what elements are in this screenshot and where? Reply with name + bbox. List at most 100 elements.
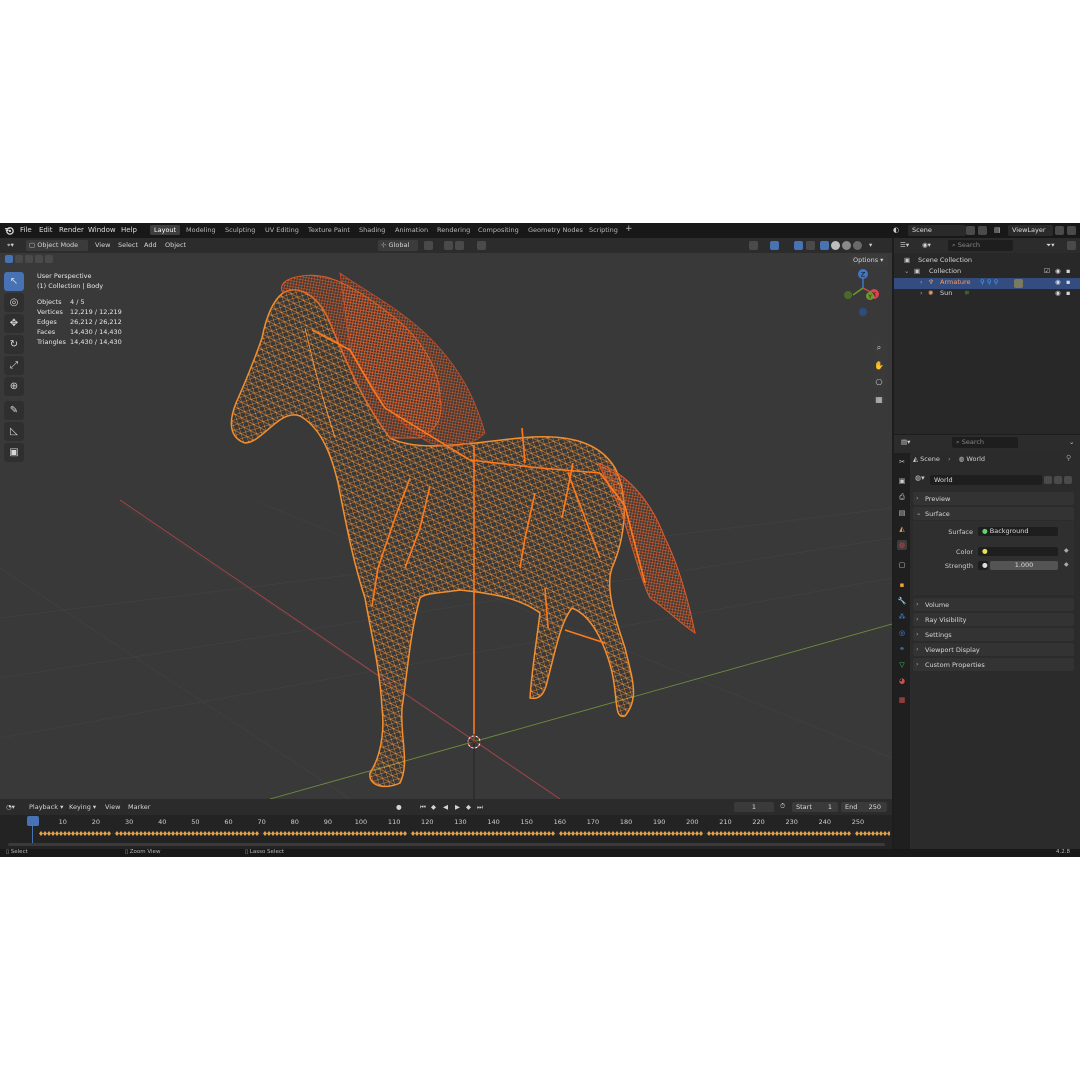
auto-keying-icon[interactable]: ● — [396, 803, 402, 811]
breadcrumb-world[interactable]: World — [966, 455, 985, 463]
menu-select[interactable]: Select — [115, 240, 141, 251]
current-frame-field[interactable]: 1 — [734, 802, 774, 812]
new-collection-icon[interactable] — [1067, 241, 1076, 250]
chevron-right-icon[interactable]: › — [920, 289, 923, 297]
new-view-layer-icon[interactable] — [1055, 226, 1064, 235]
pin-icon[interactable]: ⚲ — [1066, 454, 1071, 462]
gizmo-toggle-icon[interactable] — [770, 241, 779, 250]
play-reverse-icon[interactable]: ◀ — [443, 803, 448, 811]
outliner-editor-icon[interactable]: ☰▾ — [897, 240, 912, 251]
color-field[interactable]: ● — [978, 547, 1058, 556]
tree-item-sun[interactable]: › ✺ Sun ☼ ◉ ▪ — [894, 289, 1080, 300]
jump-keyframe-forward-icon[interactable]: ◆ — [466, 803, 471, 811]
menu-playback[interactable]: Playback ▾ — [29, 803, 63, 811]
properties-editor-icon[interactable]: ▤▾ — [898, 437, 913, 448]
data-tab-icon[interactable]: ▽ — [897, 660, 907, 670]
scale-tool-icon[interactable]: ⤢ — [4, 356, 24, 375]
duplicate-world-icon[interactable] — [1054, 476, 1062, 484]
delete-scene-icon[interactable] — [978, 226, 987, 235]
panel-settings[interactable]: › Settings — [913, 628, 1074, 641]
display-mode-icon[interactable]: ◉▾ — [919, 240, 934, 251]
tab-sculpting[interactable]: Sculpting — [225, 226, 255, 234]
jump-start-icon[interactable]: ⏮ — [420, 803, 426, 812]
navigation-gizmo[interactable]: Z X Y — [836, 268, 886, 332]
view-layer-tab-icon[interactable]: ▤ — [897, 508, 907, 518]
tab-uv-editing[interactable]: UV Editing — [265, 226, 299, 234]
camera-icon[interactable]: ▪ — [1066, 267, 1070, 275]
menu-object[interactable]: Object — [162, 240, 189, 251]
menu-marker[interactable]: Marker — [128, 803, 150, 811]
render-tab-icon[interactable]: ▣ — [897, 476, 907, 486]
tree-item-collection[interactable]: ⌄ ▣ Collection ☑ ◉ ▪ — [894, 267, 1080, 278]
menu-keying[interactable]: Keying ▾ — [69, 803, 96, 811]
transform-orientation-dropdown[interactable]: ⊹ Global — [378, 240, 418, 251]
panel-viewport-display[interactable]: › Viewport Display — [913, 643, 1074, 656]
timeline-editor-icon[interactable]: ◔▾ — [6, 803, 15, 811]
rotate-tool-icon[interactable]: ↻ — [4, 335, 24, 354]
select-box-mode-icon[interactable] — [5, 255, 13, 263]
menu-window[interactable]: Window — [88, 226, 116, 234]
menu-render[interactable]: Render — [59, 226, 84, 234]
chevron-right-icon[interactable]: › — [920, 278, 923, 286]
add-cube-tool-icon[interactable]: ▣ — [4, 443, 24, 462]
world-name-field[interactable]: World — [930, 475, 1042, 485]
shading-solid-icon[interactable] — [831, 241, 840, 250]
3d-viewport[interactable]: ⌖▾ ▢ Object Mode View Select Add Object … — [0, 238, 892, 799]
visibility-icon[interactable] — [749, 241, 758, 250]
shading-options-icon[interactable]: ▾ — [866, 240, 875, 251]
select-subtract-icon[interactable] — [25, 255, 33, 263]
world-tab-icon[interactable]: ◍ — [897, 540, 907, 550]
shading-material-icon[interactable] — [842, 241, 851, 250]
zoom-icon[interactable]: ⌕ — [872, 341, 886, 355]
fake-user-icon[interactable] — [1044, 476, 1052, 484]
material-tab-icon[interactable]: ◕ — [897, 676, 907, 686]
overlay-toggle-icon[interactable] — [794, 241, 803, 250]
color-keyframe-icon[interactable]: ◆ — [1064, 547, 1069, 554]
tree-item-scene-collection[interactable]: ▣ Scene Collection — [894, 256, 1080, 267]
cursor-tool-icon[interactable]: ◎ — [4, 293, 24, 312]
object-mode-dropdown[interactable]: ▢ Object Mode — [26, 240, 88, 251]
strength-slider[interactable]: 1.000 — [990, 561, 1058, 570]
select-difference-icon[interactable] — [35, 255, 43, 263]
properties-search-input[interactable]: ⌕ Search — [952, 437, 1018, 448]
editor-type-icon[interactable]: ⌖▾ — [4, 240, 17, 251]
tool-tab-icon[interactable]: ✂ — [897, 457, 907, 467]
playhead[interactable] — [27, 816, 39, 826]
output-tab-icon[interactable]: ⎙ — [897, 492, 907, 502]
keyframe-strip[interactable] — [33, 831, 890, 836]
properties-editor[interactable]: ▤▾ ⌕ Search ⌄ ✂ ▣ ⎙ ▤ ◭ ◍ ▢ ▪ 🔧 ⁂ ◎ ⚭ ▽ … — [894, 435, 1080, 849]
panel-custom-properties[interactable]: › Custom Properties — [913, 658, 1074, 671]
menu-file[interactable]: File — [20, 226, 32, 234]
preview-range-icon[interactable]: ⏱ — [780, 802, 785, 811]
tab-animation[interactable]: Animation — [395, 226, 428, 234]
shading-wireframe-icon[interactable] — [820, 241, 829, 250]
menu-add[interactable]: Add — [141, 240, 160, 251]
menu-help[interactable]: Help — [121, 226, 137, 234]
tab-shading[interactable]: Shading — [359, 226, 385, 234]
select-extend-icon[interactable] — [15, 255, 23, 263]
tab-texture-paint[interactable]: Texture Paint — [308, 226, 350, 234]
tab-compositing[interactable]: Compositing — [478, 226, 519, 234]
snap-icon[interactable] — [444, 241, 453, 250]
measure-tool-icon[interactable]: ◺ — [4, 422, 24, 441]
panel-surface[interactable]: ⌄ Surface — [913, 507, 1074, 520]
tab-modeling[interactable]: Modeling — [186, 226, 216, 234]
timeline-scrollbar[interactable] — [8, 843, 885, 846]
camera-icon[interactable]: ▪ — [1066, 278, 1070, 286]
blender-logo-icon[interactable] — [4, 225, 15, 236]
chevron-down-icon[interactable]: ⌄ — [904, 267, 909, 275]
modifier-tab-icon[interactable]: 🔧 — [897, 596, 907, 606]
physics-tab-icon[interactable]: ◎ — [897, 628, 907, 638]
pan-hand-icon[interactable]: ✋ — [872, 358, 886, 372]
orthographic-grid-icon[interactable]: ▦ — [872, 392, 886, 406]
scene-tab-icon[interactable]: ◭ — [897, 524, 907, 534]
add-workspace-icon[interactable]: + — [625, 224, 633, 234]
filter-icon[interactable]: ⏷▾ — [1043, 240, 1057, 251]
panel-volume[interactable]: › Volume — [913, 598, 1074, 611]
checkbox-icon[interactable]: ☑ — [1044, 267, 1050, 275]
tree-item-armature[interactable]: › ♆ Armature ⚲ ⚲ ⚲ ◉ ▪ — [894, 278, 1080, 289]
outliner[interactable]: ☰▾ ◉▾ ⌕ Search ⏷▾ ▣ Scene Collection ⌄ ▣… — [894, 238, 1080, 434]
camera-view-icon[interactable]: ⎔ — [872, 375, 886, 389]
timeline[interactable]: ◔▾ Playback ▾ Keying ▾ View Marker ● ⏮ ◆… — [0, 799, 892, 849]
panel-preview[interactable]: › Preview — [913, 492, 1074, 505]
